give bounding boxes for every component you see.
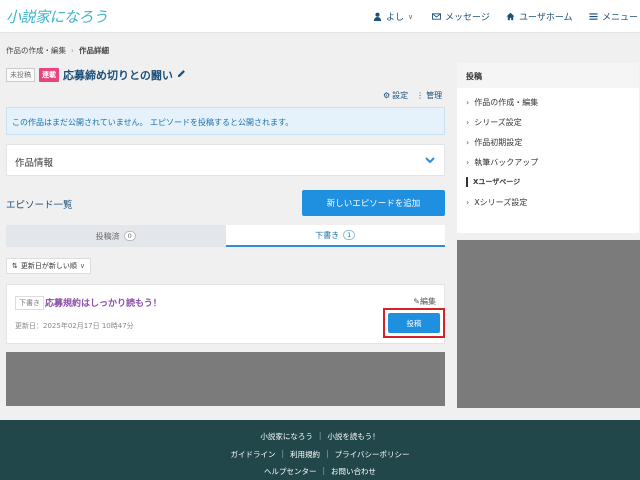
- user-menu[interactable]: よし ∨: [373, 10, 413, 23]
- home-icon: [506, 12, 515, 21]
- user-icon: [373, 12, 382, 21]
- sidebar-item-label: シリーズ設定: [474, 117, 522, 127]
- settings-label: 設定: [392, 91, 409, 100]
- breadcrumb-item-edit[interactable]: 作品の作成・編集: [6, 45, 66, 56]
- footer-separator: |: [326, 449, 329, 458]
- tab-published-label: 投稿済: [95, 231, 120, 241]
- sidebar-item-defaults[interactable]: › 作品初期設定: [457, 132, 639, 152]
- user-home-label: ユーザホーム: [519, 13, 573, 23]
- footer-link[interactable]: 利用規約: [290, 449, 320, 460]
- breadcrumb-current: 作品詳細: [79, 46, 109, 55]
- sidebar-item-x-series[interactable]: › Xシリーズ設定: [457, 192, 639, 212]
- user-home-link[interactable]: ユーザホーム: [506, 10, 573, 23]
- ad-placeholder-main: [6, 352, 445, 406]
- footer-row: ヘルプセンター | お問い合わせ: [0, 466, 640, 477]
- menu-label: メニュー: [602, 13, 639, 23]
- tab-drafts-count: 1: [343, 230, 356, 240]
- breadcrumb-separator: ›: [71, 46, 74, 55]
- add-episode-button[interactable]: 新しいエピソードを追加: [302, 190, 445, 216]
- sidebar-subheading-label: Xユーザページ: [473, 178, 521, 186]
- messages-link[interactable]: メッセージ: [432, 10, 490, 23]
- breadcrumb: 作品の作成・編集 › 作品詳細: [6, 45, 109, 56]
- hamburger-icon: [589, 13, 598, 20]
- sidebar-item-label: Xシリーズ設定: [474, 197, 528, 207]
- work-title-row: 未投稿 連載 応募締め切りとの闘い: [6, 67, 186, 83]
- sidebar: 投稿 › 作品の作成・編集 › シリーズ設定 › 作品初期設定 › 執筆バックアップ X…: [457, 63, 639, 233]
- footer-row: ガイドライン | 利用規約 | プライバシーポリシー: [0, 449, 640, 460]
- edit-title-icon[interactable]: [177, 69, 186, 81]
- sidebar-heading: 投稿: [457, 63, 639, 88]
- sidebar-list: › 作品の作成・編集 › シリーズ設定 › 作品初期設定 › 執筆バックアップ Xユーザ…: [457, 88, 639, 212]
- edit-episode-link[interactable]: ✎編集: [413, 296, 436, 307]
- manage-label: 管理: [426, 91, 443, 100]
- sort-icon: ⇅: [12, 262, 18, 270]
- footer-separator: |: [281, 449, 285, 458]
- footer: 小説家になろう | 小説を読もう！ ガイドライン | 利用規約 | プライバシー…: [0, 420, 640, 480]
- pencil-icon: ✎: [413, 297, 420, 306]
- messages-label: メッセージ: [445, 13, 490, 23]
- sidebar-item-backup[interactable]: › 執筆バックアップ: [457, 152, 639, 172]
- post-button[interactable]: 投稿: [388, 313, 440, 333]
- work-title: 応募締め切りとの闘い: [63, 69, 173, 82]
- sidebar-item-edit[interactable]: › 作品の作成・編集: [457, 92, 639, 112]
- site-logo[interactable]: 小説家になろう: [6, 6, 108, 27]
- user-name: よし: [386, 13, 405, 23]
- ad-placeholder-side: [457, 240, 640, 408]
- edit-label: 編集: [420, 297, 436, 306]
- chevron-right-icon: ›: [466, 137, 470, 147]
- tab-drafts[interactable]: 下書き 1: [225, 225, 445, 247]
- chevron-down-icon: ∨: [79, 262, 85, 270]
- footer-link[interactable]: ヘルプセンター: [264, 466, 317, 477]
- tab-published[interactable]: 投稿済 0: [6, 225, 226, 247]
- tab-drafts-label: 下書き: [315, 230, 340, 240]
- chevron-right-icon: ›: [466, 97, 470, 107]
- tab-published-count: 0: [123, 231, 136, 241]
- manage-icon: ⋮: [416, 91, 425, 100]
- chevron-right-icon: ›: [466, 117, 470, 127]
- settings-link[interactable]: ⚙ 設定: [383, 90, 408, 101]
- footer-separator: |: [322, 466, 326, 475]
- footer-link[interactable]: 小説家になろう: [260, 431, 313, 442]
- sort-select[interactable]: ⇅ 更新日が新しい順 ∨: [6, 258, 91, 274]
- sidebar-subheading: Xユーザページ: [457, 172, 639, 192]
- work-settings-links: ⚙ 設定 ⋮ 管理: [383, 90, 442, 101]
- footer-link[interactable]: お問い合わせ: [331, 466, 376, 477]
- work-info-panel[interactable]: 作品情報: [6, 144, 445, 176]
- unpublished-tag: 未投稿: [6, 68, 35, 82]
- updated-date: 更新日：2025年02月17日 10時47分: [15, 322, 134, 330]
- work-info-label: 作品情報: [15, 158, 54, 169]
- footer-row: 小説家になろう | 小説を読もう！: [0, 431, 640, 442]
- serial-tag: 連載: [39, 68, 59, 82]
- sidebar-item-label: 作品初期設定: [474, 137, 523, 147]
- post-button-highlight: 投稿: [383, 308, 445, 338]
- sidebar-item-series[interactable]: › シリーズ設定: [457, 112, 639, 132]
- episode-list-heading: エピソード一覧: [6, 200, 73, 211]
- draft-tag: 下書き: [15, 296, 44, 310]
- subheading-bar: [466, 177, 468, 187]
- episode-tabs: 投稿済 0 下書き 1: [6, 225, 445, 247]
- gear-icon: ⚙: [383, 91, 391, 100]
- chevron-down-icon: ∨: [408, 12, 414, 21]
- footer-link[interactable]: プライバシーポリシー: [335, 449, 410, 460]
- top-navbar: 小説家になろう よし ∨ メッセージ ユーザホーム メニュー: [0, 0, 640, 33]
- unpublished-notice: この作品はまだ公開されていません。 エピソードを投稿すると公開されます。: [6, 107, 445, 135]
- chevron-down-icon: [424, 154, 436, 166]
- chevron-right-icon: ›: [466, 157, 470, 167]
- sidebar-item-label: 作品の作成・編集: [474, 97, 539, 107]
- footer-link[interactable]: 小説を読もう！: [327, 431, 379, 442]
- manage-link[interactable]: ⋮ 管理: [416, 90, 442, 101]
- chevron-right-icon: ›: [466, 197, 470, 207]
- menu-button[interactable]: メニュー: [589, 10, 638, 23]
- list-item: 下書き 応募規約はしっかり読もう！ ✎編集 更新日：2025年02月17日 10…: [6, 284, 445, 344]
- mail-icon: [432, 13, 441, 20]
- sidebar-item-label: 執筆バックアップ: [474, 157, 539, 167]
- footer-separator: |: [318, 431, 322, 440]
- footer-link[interactable]: ガイドライン: [231, 449, 276, 460]
- episode-title[interactable]: 応募規約はしっかり読もう！: [45, 296, 162, 309]
- sort-label: 更新日が新しい順: [20, 262, 77, 270]
